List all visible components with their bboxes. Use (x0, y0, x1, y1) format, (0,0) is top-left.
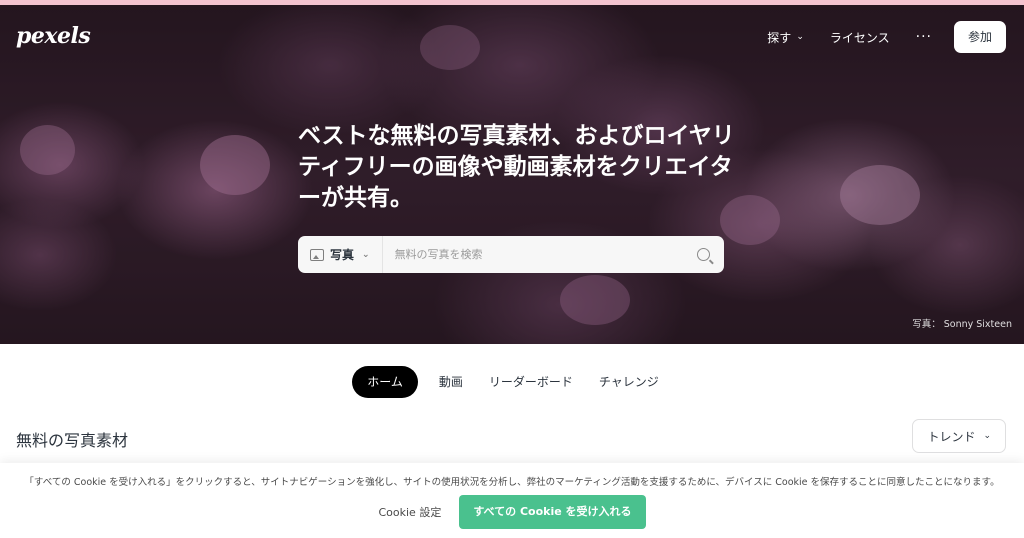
search-icon[interactable] (697, 248, 710, 261)
section-tabs: ホーム 動画 リーダーボード チャレンジ (0, 366, 1024, 398)
license-link[interactable]: ライセンス (830, 29, 890, 46)
photo-credit[interactable]: 写真： Sonny Sixteen (912, 316, 1012, 330)
cookie-message: 「すべての Cookie を受け入れる」をクリックすると、サイトナビゲーションを… (24, 477, 1000, 488)
search-type-dropdown[interactable]: 写真 ⌄ (298, 236, 383, 273)
hero-banner: pexels 探す ⌄ ライセンス ··· 参加 ベストな無料の写真素材、および… (0, 5, 1024, 344)
tab-leaderboard[interactable]: リーダーボード (476, 366, 586, 398)
chevron-down-icon: ⌄ (362, 249, 370, 260)
search-type-label: 写真 (330, 248, 355, 262)
cookie-settings-button[interactable]: Cookie 設定 (378, 504, 441, 520)
image-icon (310, 248, 324, 261)
pexels-logo[interactable]: pexels (16, 23, 91, 49)
join-button[interactable]: 参加 (953, 21, 1006, 53)
search-input[interactable] (382, 236, 697, 273)
accept-cookies-button[interactable]: すべての Cookie を受け入れる (459, 495, 646, 529)
hero-headline: ベストな無料の写真素材、およびロイヤリティフリーの画像や動画素材をクリエイターが… (298, 123, 735, 211)
more-icon[interactable]: ··· (916, 29, 932, 45)
tab-videos[interactable]: 動画 (426, 366, 476, 398)
top-nav: 探す ⌄ ライセンス ··· 参加 (767, 21, 1006, 53)
tab-challenges[interactable]: チャレンジ (586, 366, 672, 398)
explore-menu[interactable]: 探す ⌄ (767, 29, 804, 46)
tab-home[interactable]: ホーム (352, 366, 418, 398)
section-title: 無料の写真素材 (16, 431, 129, 450)
sort-label: トレンド (927, 429, 976, 444)
cookie-banner: 「すべての Cookie を受け入れる」をクリックすると、サイトナビゲーションを… (0, 463, 1024, 538)
chevron-down-icon: ⌄ (796, 32, 804, 42)
sort-dropdown[interactable]: トレンド ⌄ (912, 419, 1006, 453)
search-bar: 写真 ⌄ (298, 236, 724, 273)
chevron-down-icon: ⌄ (983, 431, 991, 441)
cookie-actions: Cookie 設定 すべての Cookie を受け入れる (0, 495, 1024, 529)
explore-label: 探す (767, 30, 792, 45)
